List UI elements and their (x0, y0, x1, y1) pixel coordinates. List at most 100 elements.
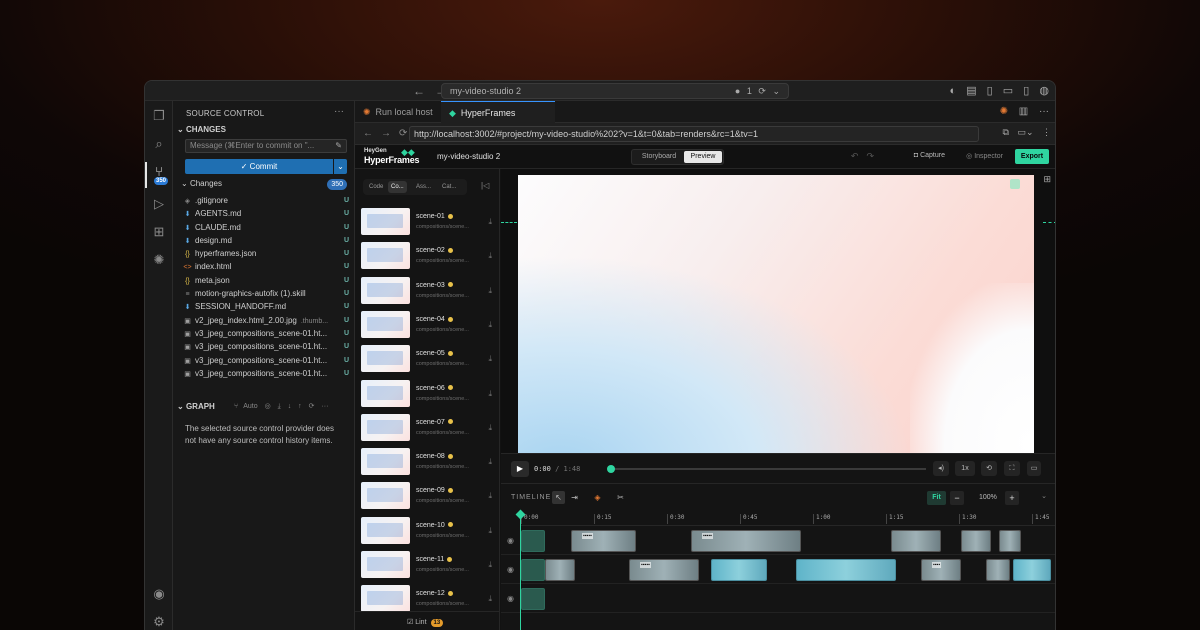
run-debug-icon[interactable]: ▷ (152, 197, 166, 211)
changed-file-item[interactable]: ▣ v3_jpeg_compositions_scene-01.ht... U (183, 354, 349, 367)
timeline-clip[interactable] (986, 559, 1010, 581)
changed-file-item[interactable]: ⬇ CLAUDE.md U (183, 221, 349, 234)
export-button[interactable]: Export (1015, 149, 1049, 164)
refresh-icon[interactable]: ⟳ (309, 403, 315, 410)
scene-item[interactable]: scene-11 compositions/scene... ⤓ (355, 548, 500, 582)
timeline-clip[interactable] (796, 559, 896, 581)
timeline-clip[interactable]: ▪▪▪▪▪ (691, 530, 801, 552)
razor-tool-icon[interactable]: ⇥ (568, 491, 581, 504)
timeline-clip[interactable] (1013, 559, 1051, 581)
tab-code[interactable]: Code (369, 181, 383, 193)
preview-button[interactable]: Preview (684, 151, 722, 163)
scrub-track[interactable] (610, 468, 926, 470)
scene-item[interactable]: scene-07 compositions/scene... ⤓ (355, 411, 500, 445)
copilot-icon[interactable]: ◐ (949, 85, 956, 97)
open-external-icon[interactable]: ⧉ (1002, 127, 1008, 137)
grid-icon[interactable]: ⊞ (1043, 174, 1051, 185)
scissors-icon[interactable]: ✂ (614, 491, 627, 504)
gear-icon[interactable]: ⚙ (152, 615, 166, 629)
volume-icon[interactable]: ◂) (933, 461, 949, 476)
tab-run-local-host[interactable]: ✺ Run local host (355, 101, 441, 123)
more-actions-icon[interactable]: ··· (334, 106, 344, 117)
scene-item[interactable]: scene-08 compositions/scene... ⤓ (355, 445, 500, 479)
changed-file-item[interactable]: {} meta.json U (183, 274, 349, 287)
storyboard-button[interactable]: Storyboard (635, 151, 683, 163)
scene-thumbnail[interactable] (361, 310, 410, 338)
more-actions-icon[interactable]: ··· (1039, 106, 1049, 117)
commit-message-input[interactable]: Message (⌘Enter to commit on "... ✎ (185, 139, 347, 153)
extensions-icon[interactable]: ⊞ (152, 225, 166, 239)
target-icon[interactable]: ◎ (265, 403, 271, 410)
changed-file-item[interactable]: ▣ v2_jpeg_index.html_2.00.jpg .thumb... U (183, 314, 349, 327)
timeline-clip[interactable] (545, 559, 575, 581)
push-icon[interactable]: ↑ (298, 403, 302, 410)
eye-icon[interactable]: ◉ (507, 536, 514, 545)
scene-thumbnail[interactable] (361, 482, 410, 510)
loop-icon[interactable]: ⟲ (981, 461, 997, 476)
scrub-handle[interactable] (607, 465, 615, 473)
toggle-panel-icon[interactable]: ▭ (1003, 85, 1013, 97)
undo-redo[interactable]: ↶↷ (851, 151, 882, 162)
tab-catalog[interactable]: Cat... (442, 181, 456, 193)
scene-item[interactable]: scene-05 compositions/scene... ⤓ (355, 342, 500, 376)
scene-item[interactable]: scene-06 compositions/scene... ⤓ (355, 377, 500, 411)
project-name[interactable]: my-video-studio 2 (437, 152, 500, 161)
changed-file-item[interactable]: ▣ v3_jpeg_compositions_scene-01.ht... U (183, 340, 349, 353)
download-icon[interactable]: ⤓ (488, 217, 492, 227)
timeline-clip[interactable] (999, 530, 1021, 552)
zoom-in-button[interactable]: + (1005, 491, 1019, 505)
timeline-clip[interactable] (711, 559, 767, 581)
download-icon[interactable]: ⤓ (488, 491, 492, 501)
command-center[interactable]: my-video-studio 2 ● 1 ⟳ ⌄ (441, 83, 789, 99)
graph-section-header[interactable]: ⌄ GRAPH ⑂ Auto ◎ ⤓ ↓ ↑ ⟳ ··· (177, 402, 353, 414)
explorer-icon[interactable]: ❐ (152, 109, 166, 123)
scene-thumbnail[interactable] (361, 345, 410, 373)
search-icon[interactable]: ⌕ (152, 137, 166, 151)
scene-thumbnail[interactable] (361, 551, 410, 578)
account-icon[interactable]: ◉ (152, 587, 166, 601)
toggle-sidebar-icon[interactable]: ▯ (987, 85, 993, 97)
sparkle-icon[interactable]: ✎ (335, 140, 342, 152)
scene-item[interactable]: scene-03 compositions/scene... ⤓ (355, 274, 500, 308)
fit-button[interactable]: Fit (927, 491, 946, 505)
download-icon[interactable]: ⤓ (488, 389, 492, 399)
graph-auto-label[interactable]: Auto (243, 403, 257, 410)
changed-file-item[interactable]: ▣ v3_jpeg_compositions_scene-01.ht... U (183, 327, 349, 340)
scene-item[interactable]: scene-10 compositions/scene... ⤓ (355, 514, 500, 548)
tab-compositions[interactable]: Co... (388, 181, 407, 193)
download-icon[interactable]: ⤓ (488, 457, 492, 467)
timeline-clip[interactable] (961, 530, 991, 552)
scene-thumbnail[interactable] (361, 448, 410, 476)
changed-file-item[interactable]: ⬇ SESSION_HANDOFF.md U (183, 300, 349, 313)
scene-thumbnail[interactable] (361, 242, 410, 270)
more-actions-icon[interactable]: ⋮ (1042, 127, 1051, 137)
preview-canvas[interactable] (518, 175, 1034, 466)
back-icon[interactable]: ← (363, 128, 373, 139)
lint-bar[interactable]: ☑ Lint 13 (355, 611, 500, 630)
changed-file-item[interactable]: ◈ .gitignore U (183, 194, 349, 207)
download-icon[interactable]: ⤓ (488, 251, 492, 261)
eye-icon[interactable]: ◉ (507, 565, 514, 574)
download-icon[interactable]: ⤓ (488, 526, 492, 536)
keyframe-icon[interactable]: ◈ (591, 491, 604, 504)
playhead[interactable] (520, 512, 521, 630)
select-tool-icon[interactable]: ↖ (552, 491, 565, 504)
commit-button[interactable]: ✓ Commit (185, 159, 333, 174)
capture-button[interactable]: ◘ Capture (914, 152, 945, 159)
changed-file-item[interactable]: ≡ motion-graphics-autofix (1).skill U (183, 287, 349, 300)
scene-item[interactable]: scene-04 compositions/scene... ⤓ (355, 308, 500, 342)
download-icon[interactable]: ⤓ (488, 320, 492, 330)
toggle-secondary-sidebar-icon[interactable]: ▯ (1023, 85, 1029, 97)
eye-icon[interactable]: ◉ (507, 594, 514, 603)
fullscreen-icon[interactable]: ⛶ (1004, 461, 1020, 476)
scene-thumbnail[interactable] (361, 585, 410, 613)
scene-item[interactable]: scene-01 compositions/scene... ⤓ (355, 205, 500, 239)
branch-icon[interactable]: ⑂ (234, 403, 238, 410)
captions-icon[interactable]: ▭ (1027, 461, 1041, 476)
inspector-button[interactable]: ◎ Inspector (966, 152, 1003, 160)
changes-group[interactable]: ⌄ Changes 350 (181, 179, 347, 191)
pull-icon[interactable]: ↓ (288, 403, 292, 410)
timeline-menu-icon[interactable]: ⌄ (1041, 492, 1047, 500)
timeline-clip[interactable] (521, 530, 545, 552)
download-icon[interactable]: ⤓ (488, 560, 492, 570)
